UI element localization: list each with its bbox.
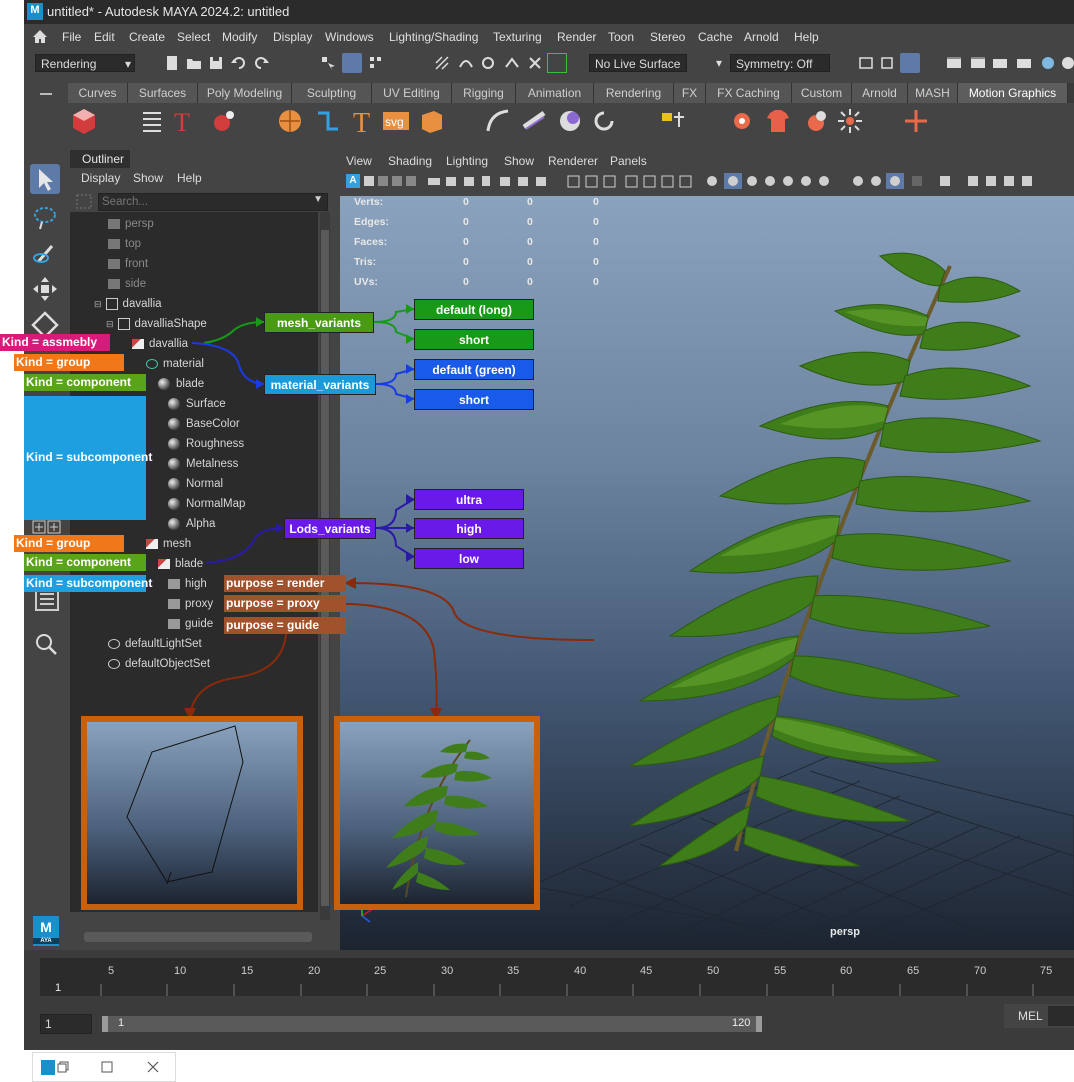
tick-label: 10 [174,965,187,977]
timeline-ticks [100,984,1034,996]
tick-label: 45 [640,965,653,977]
tick-label: 15 [241,965,254,977]
tick-label: 65 [907,965,920,977]
tick-label: 35 [507,965,520,977]
kind-component-label-2: Kind = component [24,554,146,571]
tick-label: 5 [108,965,115,977]
range-end-handle[interactable] [756,1016,762,1032]
tick-label: 40 [574,965,587,977]
minimized-window-bar [32,1052,176,1082]
kind-subcomponent-label: Kind = subcomponent [24,396,152,520]
current-frame-marker[interactable]: 1 [55,982,61,994]
mesh-variant-short: short [414,329,534,350]
material-variant-short: short [414,389,534,410]
lod-variant-ultra: ultra [414,489,524,510]
start-frame-field[interactable]: 1 [40,1014,92,1034]
kind-group-label: Kind = group [14,354,124,371]
mesh-variants-box: mesh_variants [264,312,374,333]
tick-label: 20 [308,965,321,977]
maya-window: M untitled* - Autodesk MAYA 2024.2: unti… [24,0,1074,1050]
maximize-icon[interactable] [101,1061,113,1073]
lod-variant-high: high [414,518,524,539]
range-start-handle[interactable] [102,1016,108,1032]
mesh-variant-default-long: default (long) [414,299,534,320]
lod-variant-low: low [414,548,524,569]
purpose-render-label: purpose = render [224,575,346,592]
lods-variants-box: Lods_variants [284,518,376,539]
tick-label: 55 [774,965,787,977]
kind-assembly-label: Kind = assmebly [0,334,110,351]
command-line: MEL [1004,1004,1074,1028]
command-input[interactable] [1048,1006,1074,1026]
material-variants-box: material_variants [264,374,376,395]
tick-label: 30 [441,965,454,977]
time-slider: 5 10 15 20 25 30 35 40 45 50 55 60 65 70… [24,950,1074,1050]
range-start-value: 1 [118,1017,125,1029]
purpose-proxy-label: purpose = proxy [224,595,346,612]
proxy-preview-thumbnail [334,716,540,910]
restore-icon[interactable] [57,1061,69,1073]
guide-wireframe-image [87,722,297,904]
range-slider[interactable]: 1 120 [102,1016,762,1032]
range-end-value: 120 [732,1017,751,1029]
tick-label: 70 [974,965,987,977]
guide-preview-thumbnail [81,716,303,910]
maya-taskbar-icon[interactable] [41,1060,55,1075]
kind-component-label: Kind = component [24,374,146,391]
material-variant-default-green: default (green) [414,359,534,380]
timeline-track[interactable]: 5 10 15 20 25 30 35 40 45 50 55 60 65 70… [40,958,1074,996]
kind-group-label-2: Kind = group [14,535,124,552]
tick-label: 60 [840,965,853,977]
close-icon[interactable] [147,1061,159,1073]
kind-subcomponent-label-2: Kind = subcomponent [24,575,153,592]
tick-label: 25 [374,965,387,977]
tick-label: 50 [707,965,720,977]
tick-label: 75 [1040,965,1053,977]
proxy-fern-image [340,722,534,904]
mel-label[interactable]: MEL [1018,1009,1043,1023]
purpose-guide-label: purpose = guide [224,617,346,634]
